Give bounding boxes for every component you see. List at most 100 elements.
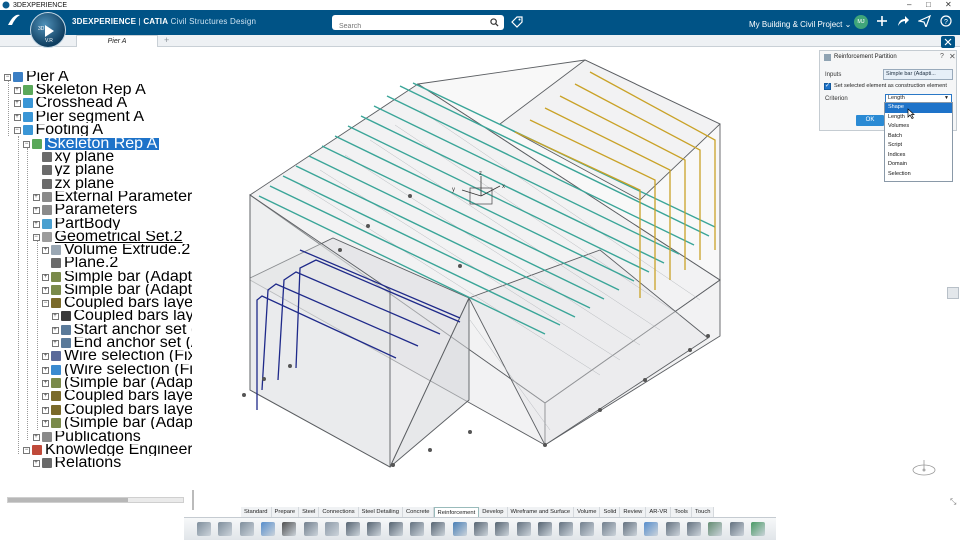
expander-icon[interactable]: − — [23, 140, 30, 148]
help-icon[interactable]: ? — [940, 53, 944, 60]
tree-node-label[interactable]: Coupled bars layer (Armaturis PFI, Arr — [74, 310, 193, 322]
text-icon[interactable] — [623, 522, 637, 536]
mesh-icon[interactable] — [473, 522, 488, 536]
tree-node-label[interactable]: Publications — [55, 431, 141, 443]
tree-node[interactable]: + End anchor set (Armaturis PFI).2 — [51, 337, 192, 349]
tree-node[interactable]: + Simple bar (Adaptive FS).4 — [42, 284, 192, 296]
expander-icon[interactable]: − — [42, 299, 49, 307]
tree-node-label[interactable]: Pier A — [26, 71, 69, 83]
tree-horizontal-scrollbar[interactable] — [7, 497, 184, 503]
expander-icon[interactable]: + — [42, 379, 49, 387]
command-tab[interactable]: Prepare — [271, 507, 300, 517]
expander-icon[interactable]: + — [13, 86, 21, 94]
criterion-option[interactable]: Volumes — [885, 122, 952, 132]
command-tab[interactable]: Touch — [691, 507, 715, 517]
bend-icon[interactable] — [559, 522, 574, 536]
close-icon[interactable]: ✕ — [949, 52, 956, 61]
expander-icon[interactable]: + — [42, 406, 49, 414]
tree-node[interactable]: + (Simple bar (Adaptive FS).4) Reinforcin… — [42, 377, 192, 389]
expander-icon[interactable]: + — [42, 246, 49, 254]
expand-icon[interactable] — [941, 36, 955, 48]
expander-icon[interactable]: + — [13, 99, 21, 107]
tree-node[interactable]: + Parameters — [32, 204, 137, 216]
tree-node[interactable]: − Geometrical Set.2 — [32, 231, 183, 243]
spacing-icon[interactable] — [601, 522, 616, 536]
expander-icon[interactable]: + — [42, 352, 49, 360]
tree-node[interactable]: + (Simple bar (Adaptive FS).1) Reinforcin… — [42, 417, 192, 429]
rebar-set-icon[interactable] — [367, 522, 382, 536]
expander-icon[interactable]: + — [42, 392, 49, 400]
command-tab[interactable]: Connections — [319, 507, 359, 517]
help-icon[interactable]: ? — [940, 15, 952, 27]
tree-node-label[interactable]: Volume Extrude.2 — [64, 244, 190, 256]
tree-node-label[interactable]: Simple bar (Adaptive FS).1 — [64, 271, 192, 283]
tree-node-label[interactable]: Relations — [55, 457, 122, 469]
tree-node-label[interactable]: zx plane — [55, 178, 115, 190]
tree-node[interactable]: yz plane — [33, 164, 115, 176]
criterion-option[interactable]: Shape — [885, 103, 952, 113]
tree-node-label[interactable]: Skeleton Rep A — [45, 138, 160, 150]
expander-icon[interactable]: + — [32, 206, 40, 214]
tree-node-label[interactable]: Start anchor set (Armaturis PFI).1 — [74, 324, 193, 336]
coupler-icon[interactable] — [537, 522, 552, 536]
expander-icon[interactable]: + — [32, 459, 40, 467]
communicate-icon[interactable] — [918, 15, 931, 27]
tree-node-label[interactable]: Knowledge Engineering Specification Phys… — [45, 444, 192, 456]
query-icon[interactable] — [729, 522, 744, 536]
chevron-down-icon[interactable]: ⌄ — [845, 20, 852, 29]
command-tab[interactable]: Steel — [299, 507, 320, 517]
tree-node[interactable]: + Crosshead A — [13, 97, 128, 109]
tree-node[interactable]: − Coupled bars layer set (Armaturis PFI, … — [42, 297, 192, 309]
tag-icon[interactable] — [511, 16, 523, 28]
ok-button[interactable]: OK — [856, 115, 884, 126]
command-tab[interactable]: Tools — [671, 507, 692, 517]
tree-node[interactable]: + Coupled bars layer set (Armaturis PFI, … — [42, 390, 192, 402]
share-icon[interactable] — [897, 15, 910, 27]
minimize-button[interactable]: – — [907, 0, 911, 10]
view-compass-icon[interactable] — [910, 458, 938, 480]
criterion-option[interactable]: Length — [885, 113, 952, 123]
tree-node-label[interactable]: Coupled bars layer set (Armaturis PFI, A… — [64, 297, 192, 309]
tree-node[interactable]: + Coupled bars layer (Armaturis PFI, Arr — [51, 310, 193, 322]
expander-icon[interactable]: + — [42, 273, 49, 281]
tree-node-label[interactable]: Crosshead A — [36, 97, 128, 109]
expander-icon[interactable]: + — [51, 326, 59, 334]
rebar-icon[interactable] — [346, 522, 361, 536]
tree-node[interactable]: + Volume Extrude.2 — [42, 244, 190, 256]
search-icon[interactable] — [490, 18, 499, 27]
construction-element-checkbox[interactable]: ✓ — [824, 83, 831, 90]
tree-node-label[interactable]: Coupled bars layer set (Armaturis PFI, A… — [64, 390, 192, 402]
tree-node-label[interactable]: yz plane — [55, 164, 115, 176]
book-icon[interactable] — [303, 522, 318, 536]
tree-node-label[interactable]: (Simple bar (Adaptive FS).1) Reinforcing… — [64, 417, 192, 429]
side-panel-icon[interactable] — [947, 287, 959, 299]
tree-node[interactable]: + Wire selection (Fixed).5 — [42, 350, 192, 362]
tree-node[interactable]: + PartBody — [32, 218, 120, 230]
tree-node[interactable]: Plane.2 — [42, 257, 118, 269]
criterion-dropdown-list[interactable]: Shape Length Volumes Batch Script Indices Doma… — [884, 102, 953, 182]
tree-node[interactable]: + Publications — [32, 431, 141, 443]
expander-icon[interactable]: + — [42, 366, 49, 374]
tree-node-label[interactable]: Geometrical Set.2 — [55, 231, 183, 243]
inputs-field[interactable]: Simple bar (Adapti... — [883, 69, 953, 80]
command-tab[interactable]: Develop — [479, 507, 508, 517]
command-tab[interactable]: Steel Detailing — [358, 507, 403, 517]
bar-icon[interactable] — [431, 522, 446, 536]
tree-node-label[interactable]: Plane.2 — [64, 257, 118, 269]
criterion-value[interactable]: Length — [888, 95, 905, 101]
paste-icon[interactable] — [239, 522, 254, 536]
command-tab[interactable]: Review — [620, 507, 647, 517]
zoom-icon[interactable] — [282, 522, 297, 536]
tag-icon[interactable] — [665, 522, 680, 536]
tree-node[interactable]: − Footing A — [13, 124, 103, 136]
criterion-option[interactable]: Selection — [885, 170, 952, 180]
tree-node-label[interactable]: Skeleton Rep A — [36, 84, 146, 96]
tree-node[interactable]: + Coupled bars layer set (Armaturis PFI, … — [42, 404, 192, 416]
tree-node-label[interactable]: Wire selection (Fixed).5 — [64, 350, 192, 362]
search-box[interactable] — [332, 15, 504, 34]
tree-node-label[interactable]: (Simple bar (Adaptive FS).4) Reinforcing… — [64, 377, 192, 389]
add-tab-button[interactable]: + — [164, 35, 169, 46]
panel-splitter[interactable] — [192, 490, 194, 510]
criterion-option[interactable]: Batch — [885, 132, 952, 142]
dassault-logo-icon[interactable] — [6, 12, 22, 28]
